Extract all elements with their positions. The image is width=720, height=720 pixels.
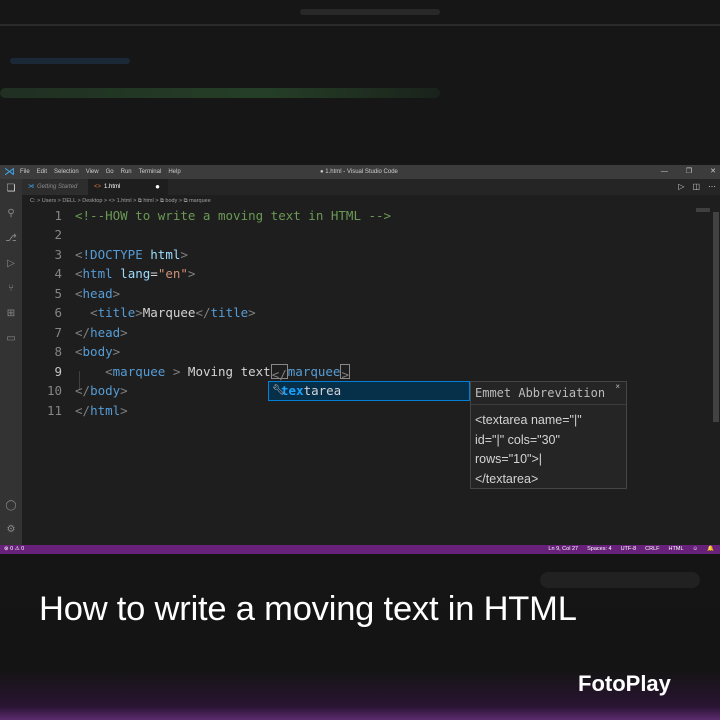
vscode-tab-icon: ⋊ <box>28 184 34 190</box>
menu-edit[interactable]: Edit <box>37 165 47 179</box>
code-line: 3 <!DOCTYPE html> <box>54 246 188 262</box>
code-line: 2 <box>54 227 62 242</box>
explorer-icon[interactable]: ❏ <box>5 183 17 195</box>
close-icon[interactable]: × <box>615 382 620 391</box>
menu-selection[interactable]: Selection <box>54 165 79 179</box>
account-icon[interactable]: ◯ <box>5 500 17 512</box>
source-control-icon[interactable]: ⎇ <box>5 233 17 245</box>
bell-icon[interactable]: 🔔 <box>707 545 714 554</box>
scrollbar-thumb[interactable] <box>713 212 719 422</box>
tab-getting-started[interactable]: ⋊ Getting Started <box>22 179 88 195</box>
problems-indicator[interactable]: ⊗ 0 ⚠ 0 <box>4 545 24 554</box>
editor-actions: ▷ ◫ ⋯ <box>678 179 716 195</box>
menu-file[interactable]: File <box>20 165 30 179</box>
indentation[interactable]: Spaces: 4 <box>587 545 611 554</box>
window-controls: — ❐ ✕ <box>661 165 716 179</box>
details-divider <box>471 404 626 405</box>
blurred-code-line <box>0 88 440 98</box>
suggestion-item-textarea[interactable]: 🔧︎ textarea <box>268 381 470 401</box>
search-icon[interactable]: ⚲ <box>5 208 17 220</box>
code-line: 1 <!--HOW to write a moving text in HTML … <box>54 208 392 223</box>
status-right: Ln 9, Col 27 Spaces: 4 UTF-8 CRLF HTML ☺… <box>548 545 714 554</box>
tab-bar: ⋊ Getting Started <> 1.html ● ▷ ◫ ⋯ <box>22 179 720 195</box>
run-debug-icon[interactable]: ▷ <box>5 258 17 270</box>
code-editor[interactable]: 1 <!--HOW to write a moving text in HTML … <box>22 206 720 545</box>
code-line: 5 <head> <box>54 285 121 301</box>
line-ending[interactable]: CRLF <box>645 545 659 554</box>
suggestion-rest: tarea <box>303 383 342 398</box>
blurred-text <box>10 58 130 64</box>
cursor-position[interactable]: Ln 9, Col 27 <box>548 545 578 554</box>
code-line-current: 9 <marquee > Moving text</marquee> <box>54 363 350 382</box>
fotoplay-watermark: FotoPlay <box>578 671 671 696</box>
code-line: 8 <body> <box>54 344 121 359</box>
feedback-icon[interactable]: ☺ <box>693 545 699 554</box>
activity-bar: ❏ ⚲ ⎇ ▷ ⑂ ⊞ ▭ ◯ ⚙ <box>0 179 22 545</box>
code-line: 7 </head> <box>54 324 128 340</box>
language-mode[interactable]: HTML <box>669 545 684 554</box>
blurred-element <box>540 572 700 588</box>
blurred-title <box>300 9 440 15</box>
menu-terminal[interactable]: Terminal <box>139 165 162 179</box>
unsaved-dot-icon[interactable]: ● <box>155 179 160 195</box>
vertical-scrollbar[interactable] <box>712 206 720 545</box>
code-line: 4 <html lang="en"> <box>54 266 196 281</box>
close-button[interactable]: ✕ <box>710 165 716 179</box>
html-file-icon: <> <box>94 184 102 190</box>
minimap[interactable] <box>696 208 710 212</box>
blurred-background-top <box>0 0 720 165</box>
menu-view[interactable]: View <box>86 165 99 179</box>
suggestion-match: tex <box>281 383 304 398</box>
breadcrumb[interactable]: C: > Users > DELL > Desktop > <> 1.html … <box>30 196 211 206</box>
title-bar: ⋊ File Edit Selection View Go Run Termin… <box>0 165 720 179</box>
text-cursor: </ <box>270 363 288 382</box>
video-caption: How to write a moving text in HTML <box>39 590 577 628</box>
tab-1-html[interactable]: <> 1.html ● <box>88 179 168 195</box>
menu-run[interactable]: Run <box>121 165 132 179</box>
encoding[interactable]: UTF-8 <box>621 545 637 554</box>
run-icon[interactable]: ▷ <box>678 179 684 195</box>
more-actions-icon[interactable]: ⋯ <box>708 179 716 195</box>
minimize-button[interactable]: — <box>661 165 668 179</box>
details-body: <textarea name="|" id="|" cols="30" rows… <box>475 413 582 486</box>
remote-explorer-icon[interactable]: ▭ <box>5 333 17 345</box>
menu-bar: File Edit Selection View Go Run Terminal… <box>20 165 181 179</box>
suggestion-details: Emmet Abbreviation × <textarea name="|" … <box>470 381 627 489</box>
maximize-button[interactable]: ❐ <box>686 165 692 179</box>
remote-icon[interactable]: ⑂ <box>5 283 17 295</box>
autocomplete-list[interactable]: 🔧︎ textarea <box>268 381 470 401</box>
code-line: 6 <title>Marquee</title> <box>54 305 256 320</box>
status-bar: ⊗ 0 ⚠ 0 Ln 9, Col 27 Spaces: 4 UTF-8 CRL… <box>0 545 720 554</box>
extensions-icon[interactable]: ⊞ <box>5 308 17 320</box>
window-title: ● 1.html - Visual Studio Code <box>320 169 398 175</box>
details-title: Emmet Abbreviation <box>475 386 606 400</box>
vscode-logo-icon: ⋊ <box>4 166 15 178</box>
blurred-divider <box>0 24 720 26</box>
split-editor-icon[interactable]: ◫ <box>692 179 700 195</box>
gear-icon[interactable]: ⚙ <box>5 524 17 536</box>
menu-go[interactable]: Go <box>106 165 114 179</box>
menu-help[interactable]: Help <box>168 165 180 179</box>
